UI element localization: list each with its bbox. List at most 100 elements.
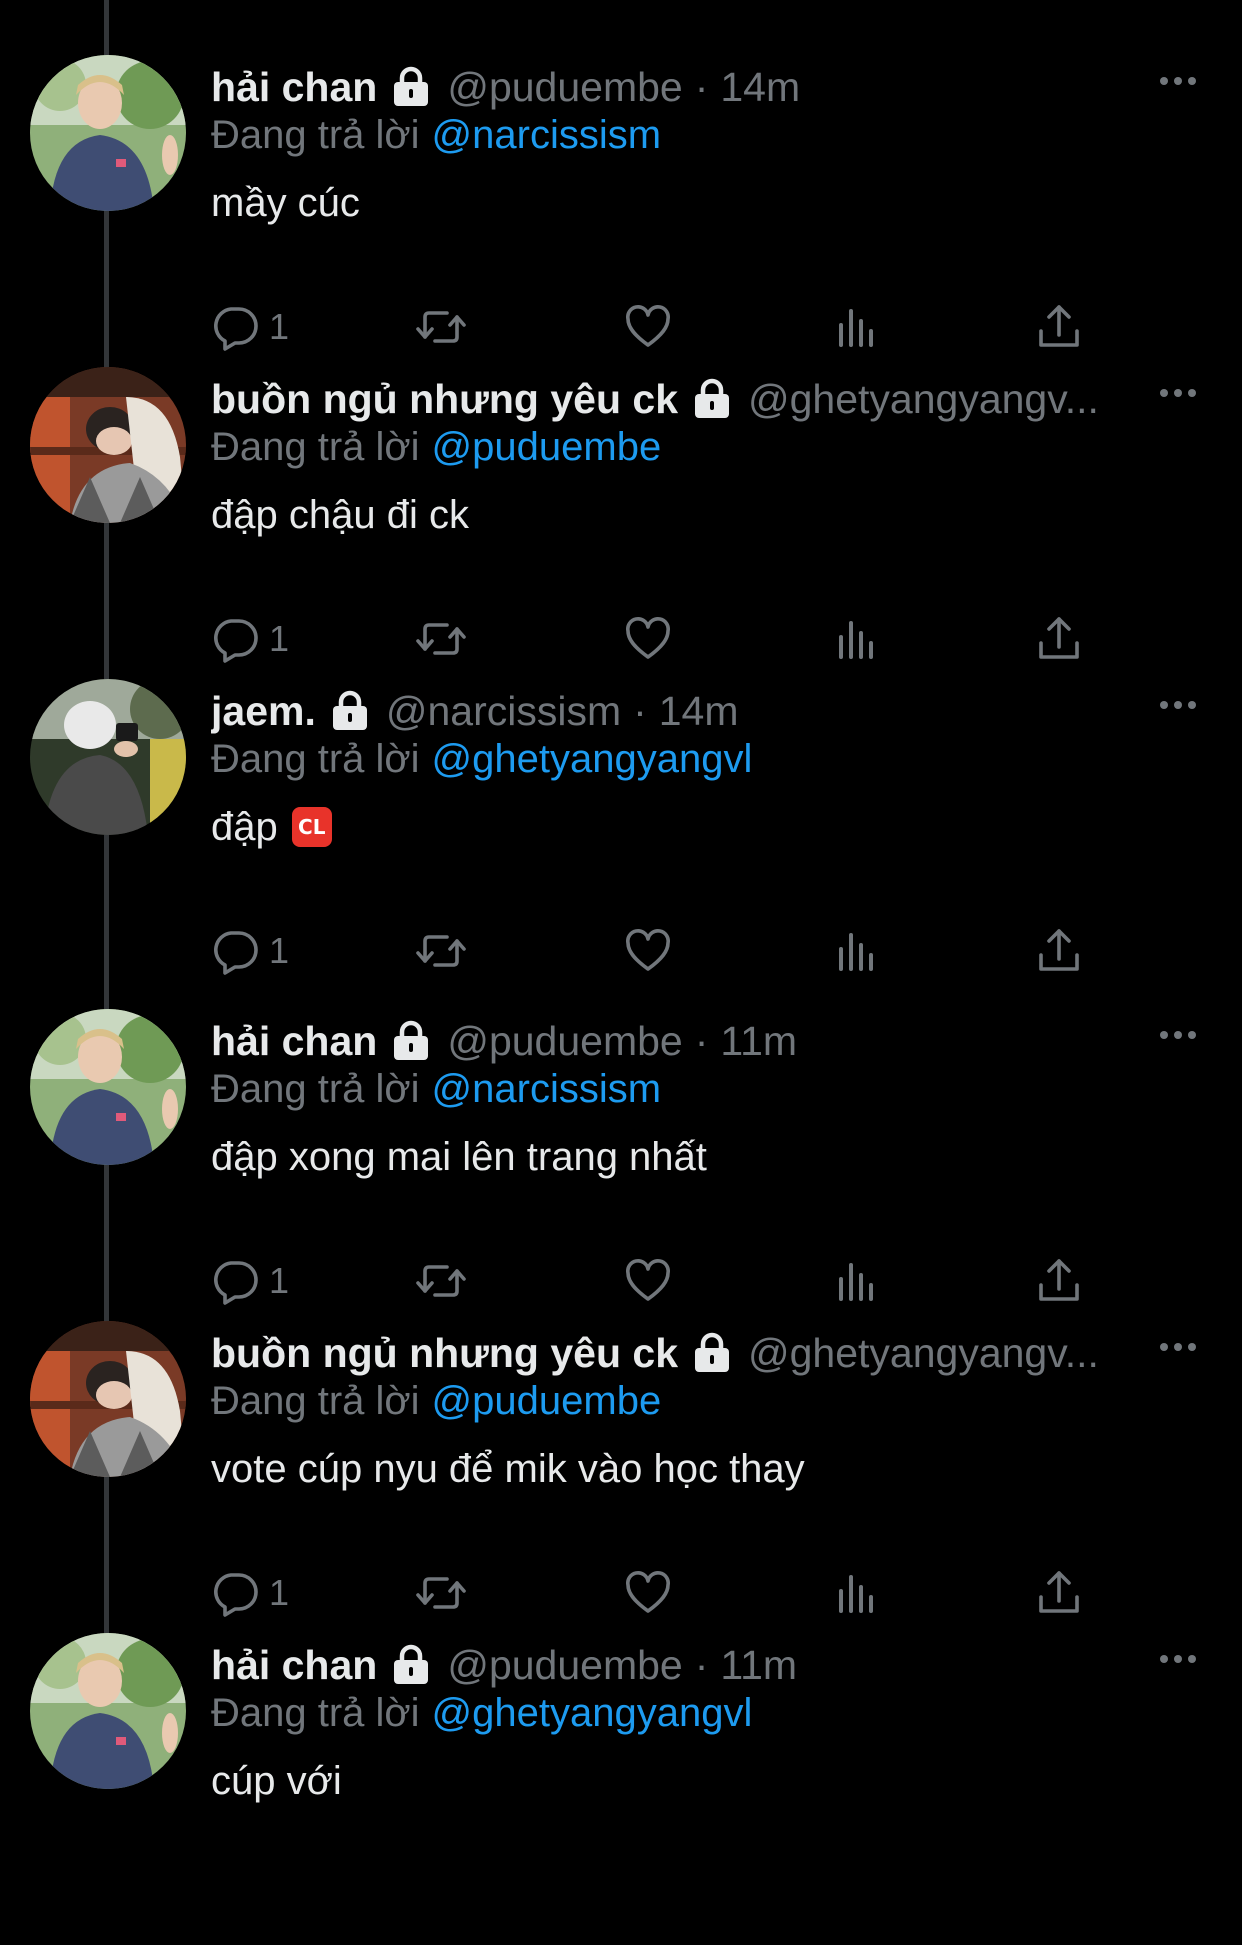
views-icon	[836, 1569, 876, 1617]
like-button[interactable]	[624, 1565, 672, 1621]
replying-to-label: Đang trả lời	[211, 1379, 420, 1423]
avatar[interactable]	[30, 1009, 186, 1165]
avatar[interactable]	[30, 55, 186, 211]
mention-link[interactable]: @ghetyangyangvl	[432, 737, 753, 781]
reply-icon	[211, 303, 259, 351]
more-icon[interactable]	[1158, 1333, 1198, 1361]
retweet-icon	[415, 615, 467, 663]
views-button[interactable]	[836, 1565, 876, 1621]
separator-dot: ·	[694, 1018, 709, 1064]
replying-to: Đang trả lời @ghetyangyangvl	[211, 1685, 752, 1741]
retweet-icon	[415, 927, 467, 975]
like-icon	[624, 1257, 672, 1305]
more-icon[interactable]	[1158, 379, 1198, 407]
tweet[interactable]: hải chan @puduembe · 11m Đang trả lời @narcis…	[0, 1009, 1242, 1321]
mention-link[interactable]: @puduembe	[432, 1379, 662, 1423]
tweet[interactable]: buồn ngủ nhưng yêu ck @ghetyangyangv... Đa…	[0, 367, 1242, 679]
reply-count: 1	[269, 618, 290, 659]
avatar[interactable]	[30, 1321, 186, 1477]
tweet-text-content: đập xong mai lên trang nhất	[211, 1135, 707, 1179]
views-button[interactable]	[836, 299, 876, 355]
reply-count: 1	[269, 1572, 290, 1613]
tweet[interactable]: hải chan @puduembe · 14m Đang trả lời @narcis…	[0, 55, 1242, 367]
avatar[interactable]	[30, 1633, 186, 1789]
share-icon	[1037, 927, 1081, 975]
retweet-button[interactable]	[415, 611, 467, 667]
share-icon	[1037, 303, 1081, 351]
tweet-text: mầy cúc	[211, 175, 360, 231]
tweet-text-content: đập	[211, 805, 278, 849]
tweet-text-content: vote cúp nyu để mik vào học thay	[211, 1447, 805, 1491]
lock-icon	[692, 378, 732, 420]
cl-emoji: CL	[291, 807, 332, 847]
reply-button[interactable]: 1	[211, 1565, 289, 1621]
views-icon	[836, 615, 876, 663]
reply-count: 1	[269, 1260, 290, 1301]
retweet-icon	[415, 303, 467, 351]
reply-button[interactable]: 1	[211, 923, 289, 979]
tweet-text-content: cúp với	[211, 1759, 342, 1803]
retweet-button[interactable]	[415, 299, 467, 355]
reply-button[interactable]: 1	[211, 299, 289, 355]
tweet-text: đập chậu đi ck	[211, 487, 469, 543]
replying-to-label: Đang trả lời	[211, 1691, 420, 1735]
share-icon	[1037, 1569, 1081, 1617]
separator-dot: ·	[694, 64, 709, 110]
more-icon[interactable]	[1158, 691, 1198, 719]
tweet-actions: 1	[211, 923, 1111, 979]
like-button[interactable]	[624, 611, 672, 667]
avatar[interactable]	[30, 679, 186, 835]
lock-icon	[692, 1332, 732, 1374]
share-button[interactable]	[1037, 1565, 1081, 1621]
reply-count: 1	[269, 930, 290, 971]
tweet-text-content: mầy cúc	[211, 181, 360, 225]
retweet-button[interactable]	[415, 923, 467, 979]
share-button[interactable]	[1037, 299, 1081, 355]
like-button[interactable]	[624, 1253, 672, 1309]
reply-icon	[211, 1569, 259, 1617]
replying-to: Đang trả lời @ghetyangyangvl	[211, 731, 752, 787]
avatar[interactable]	[30, 367, 186, 523]
retweet-icon	[415, 1257, 467, 1305]
retweet-icon	[415, 1569, 467, 1617]
like-button[interactable]	[624, 923, 672, 979]
tweet[interactable]: hải chan @puduembe · 11m Đang trả lời @ghetya…	[0, 1633, 1242, 1945]
views-button[interactable]	[836, 611, 876, 667]
like-icon	[624, 615, 672, 663]
username[interactable]: @ghetyangyangv...	[748, 371, 1099, 427]
mention-link[interactable]: @narcissism	[432, 1067, 662, 1111]
tweet-actions: 1	[211, 1253, 1111, 1309]
tweet[interactable]: buồn ngủ nhưng yêu ck @ghetyangyangv... Đa…	[0, 1321, 1242, 1633]
lock-icon	[391, 1020, 431, 1062]
tweet-actions: 1	[211, 1565, 1111, 1621]
reply-button[interactable]: 1	[211, 611, 289, 667]
timestamp[interactable]: 11m	[720, 1013, 797, 1069]
share-button[interactable]	[1037, 923, 1081, 979]
like-icon	[624, 303, 672, 351]
replying-to: Đang trả lời @narcissism	[211, 1061, 661, 1117]
reply-icon	[211, 927, 259, 975]
retweet-button[interactable]	[415, 1253, 467, 1309]
more-icon[interactable]	[1158, 67, 1198, 95]
timestamp[interactable]: 14m	[720, 59, 800, 115]
views-icon	[836, 303, 876, 351]
reply-button[interactable]: 1	[211, 1253, 289, 1309]
mention-link[interactable]: @ghetyangyangvl	[432, 1691, 753, 1735]
views-button[interactable]	[836, 923, 876, 979]
like-button[interactable]	[624, 299, 672, 355]
reply-icon	[211, 1257, 259, 1305]
tweet[interactable]: jaem. @narcissism · 14m Đang trả lời @ghetyan…	[0, 679, 1242, 991]
share-button[interactable]	[1037, 1253, 1081, 1309]
replying-to-label: Đang trả lời	[211, 113, 420, 157]
mention-link[interactable]: @puduembe	[432, 425, 662, 469]
more-icon[interactable]	[1158, 1021, 1198, 1049]
more-icon[interactable]	[1158, 1645, 1198, 1673]
replying-to: Đang trả lời @narcissism	[211, 107, 661, 163]
lock-icon	[330, 690, 370, 732]
retweet-button[interactable]	[415, 1565, 467, 1621]
views-button[interactable]	[836, 1253, 876, 1309]
tweet-text-content: đập chậu đi ck	[211, 493, 469, 537]
mention-link[interactable]: @narcissism	[432, 113, 662, 157]
username[interactable]: @ghetyangyangv...	[748, 1325, 1099, 1381]
share-button[interactable]	[1037, 611, 1081, 667]
